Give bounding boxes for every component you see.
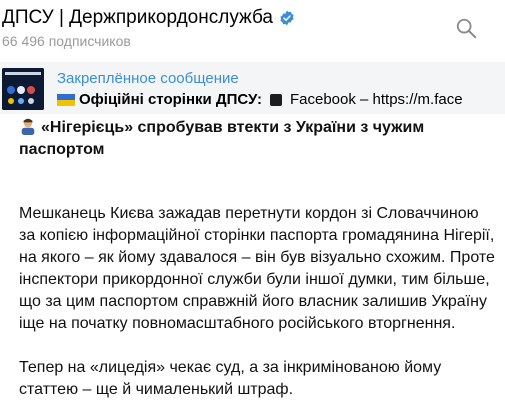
- pinned-preview-rest: Facebook – https://m.face: [289, 91, 463, 108]
- pinned-thumbnail-image: [2, 68, 44, 110]
- message-paragraph-2: Тепер на «лицедія» чекає суд, а за інкри…: [19, 359, 442, 398]
- pinned-thumbnail: [2, 68, 44, 110]
- channel-title-row[interactable]: ДПСУ | Держприкордонслужба: [2, 6, 295, 30]
- pinned-label: Закреплённое сообщение: [57, 70, 239, 87]
- pinned-message-bar[interactable]: Закреплённое сообщение Офіційні сторінки…: [0, 62, 505, 114]
- ukraine-flag-icon: [57, 93, 75, 106]
- person-emoji-icon: [21, 118, 35, 135]
- black-square-icon: [269, 93, 282, 106]
- message-headline-text: «Нігерієць» спробував втекти з України з…: [19, 119, 425, 158]
- channel-header: ДПСУ | Держприкордонслужба 66 496 подпис…: [0, 0, 505, 60]
- message-headline: «Нігерієць» спробував втекти з України з…: [19, 117, 499, 161]
- pinned-preview-bold: Офіційні сторінки ДПСУ:: [79, 91, 262, 108]
- pinned-preview: Офіційні сторінки ДПСУ: Facebook – https…: [57, 91, 463, 108]
- channel-title[interactable]: ДПСУ | Держприкордонслужба: [2, 6, 273, 30]
- subscriber-count: 66 496 подписчиков: [2, 33, 131, 49]
- search-icon[interactable]: [455, 17, 477, 39]
- message-paragraph-1: Мешканець Києва зажадав перетнути кордон…: [19, 205, 495, 332]
- verified-badge-icon: [280, 10, 294, 26]
- message-body: «Нігерієць» спробував втекти з України з…: [19, 117, 499, 401]
